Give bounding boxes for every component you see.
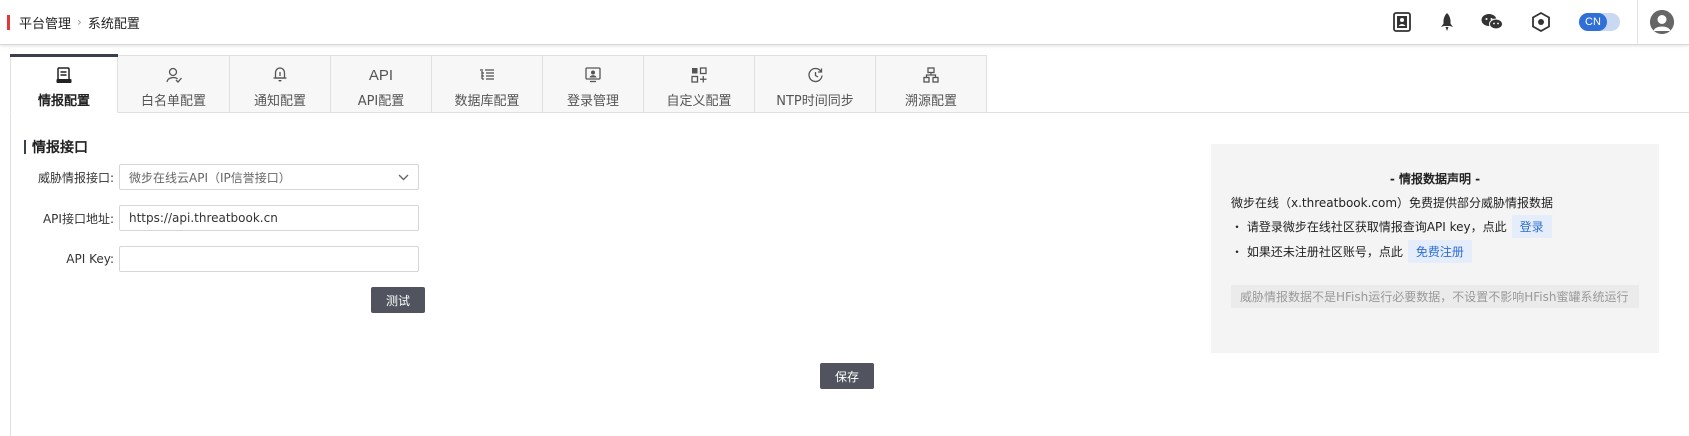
tab-login-management[interactable]: 登录管理	[543, 55, 644, 113]
tab-label: NTP时间同步	[776, 94, 854, 109]
language-toggle[interactable]: CN	[1579, 13, 1620, 31]
notice-hint: 威胁情报数据不是HFish运行必要数据，不设置不影响HFish蜜罐系统运行	[1231, 285, 1639, 308]
tab-api-config[interactable]: API API配置	[331, 55, 432, 113]
threat-api-label: 威胁情报接口:	[37, 170, 114, 185]
threat-api-select[interactable]: 微步在线云API（IP信誉接口）	[119, 164, 419, 190]
notice-line-provider-text: 微步在线（x.threatbook.com）免费提供部分威胁情报数据	[1231, 196, 1554, 210]
rocket-icon[interactable]	[1436, 11, 1458, 33]
notice-title: - 情报数据声明 -	[1389, 172, 1481, 186]
api-icon-text: API	[368, 66, 394, 84]
user-guide-icon[interactable]	[1391, 11, 1413, 33]
tab-trace-config[interactable]: 溯源配置	[876, 55, 987, 113]
tab-label: API配置	[357, 94, 405, 109]
login-icon	[585, 64, 601, 86]
tab-label: 情报配置	[37, 94, 90, 109]
tab-whitelist-config[interactable]: 白名单配置	[118, 55, 230, 113]
tab-label: 溯源配置	[904, 94, 957, 109]
notice-line-login-text: ・ 请登录微步在线社区获取情报查询API key，点此	[1231, 220, 1507, 234]
topbar-divider	[1637, 0, 1638, 44]
api-url-label: API接口地址:	[42, 211, 114, 226]
breadcrumb: 平台管理 › 系统配置	[0, 0, 140, 44]
language-toggle-knob: CN	[1579, 13, 1607, 31]
bell-icon	[272, 64, 288, 86]
intel-notice-box: - 情报数据声明 - 微步在线（x.threatbook.com）免费提供部分威…	[1211, 144, 1659, 353]
notice-line-register-text: ・ 如果还未注册社区账号，点此	[1231, 245, 1403, 259]
tab-notify-config[interactable]: 通知配置	[230, 55, 331, 113]
login-link[interactable]: 登录	[1511, 215, 1552, 238]
api-key-label: API Key:	[66, 252, 114, 266]
tab-database-config[interactable]: 数据库配置	[432, 55, 543, 113]
api-url-row: API接口地址: https://api.threatbook.cn	[0, 205, 419, 231]
clock-sync-icon	[807, 64, 824, 86]
notice-line-provider: 微步在线（x.threatbook.com）免费提供部分威胁情报数据	[1231, 194, 1553, 211]
tab-ntp-sync[interactable]: NTP时间同步	[755, 55, 876, 113]
notice-line-login: ・ 请登录微步在线社区获取情报查询API key，点此 登录	[1231, 215, 1552, 238]
tab-label: 通知配置	[253, 94, 306, 109]
threat-api-row: 威胁情报接口: 微步在线云API（IP信誉接口）	[0, 164, 419, 190]
tab-label: 登录管理	[566, 94, 619, 109]
tab-label: 自定义配置	[666, 94, 732, 109]
trace-icon	[923, 64, 939, 86]
threat-api-select-value: 微步在线云API（IP信誉接口）	[129, 170, 291, 185]
breadcrumb-root[interactable]: 平台管理	[19, 13, 71, 32]
top-bar: 平台管理 › 系统配置 CN	[0, 0, 1689, 45]
wechat-icon[interactable]	[1481, 11, 1503, 33]
database-icon	[479, 64, 495, 86]
breadcrumb-accent-bar	[7, 14, 10, 30]
section-title-bar	[24, 140, 26, 154]
breadcrumb-separator: ›	[77, 15, 82, 29]
api-url-input[interactable]: https://api.threatbook.cn	[119, 205, 419, 231]
section-title: 情报接口	[24, 137, 88, 157]
tab-label: 数据库配置	[454, 94, 520, 109]
save-button[interactable]: 保存	[820, 363, 874, 389]
notice-line-register: ・ 如果还未注册社区账号，点此 免费注册	[1231, 240, 1472, 263]
test-button[interactable]: 测试	[371, 287, 425, 313]
custom-grid-icon	[691, 64, 707, 86]
api-key-row: API Key:	[0, 246, 419, 272]
hexagon-settings-icon[interactable]	[1530, 11, 1552, 33]
intel-icon	[56, 64, 72, 86]
tab-intel-config[interactable]: 情报配置	[10, 54, 118, 113]
breadcrumb-current: 系统配置	[87, 16, 140, 32]
tab-label: 白名单配置	[140, 94, 206, 109]
whitelist-icon	[165, 64, 182, 86]
register-link[interactable]: 免费注册	[1407, 240, 1472, 263]
avatar[interactable]	[1650, 10, 1674, 34]
api-key-input[interactable]	[119, 246, 419, 272]
section-title-text: 情报接口	[32, 140, 88, 156]
chevron-down-icon	[398, 170, 409, 184]
tab-custom-config[interactable]: 自定义配置	[644, 55, 755, 113]
config-tabs: 情报配置 白名单配置 通知配置 API API配置 数据库配置 登录管理 自定义…	[10, 54, 987, 113]
